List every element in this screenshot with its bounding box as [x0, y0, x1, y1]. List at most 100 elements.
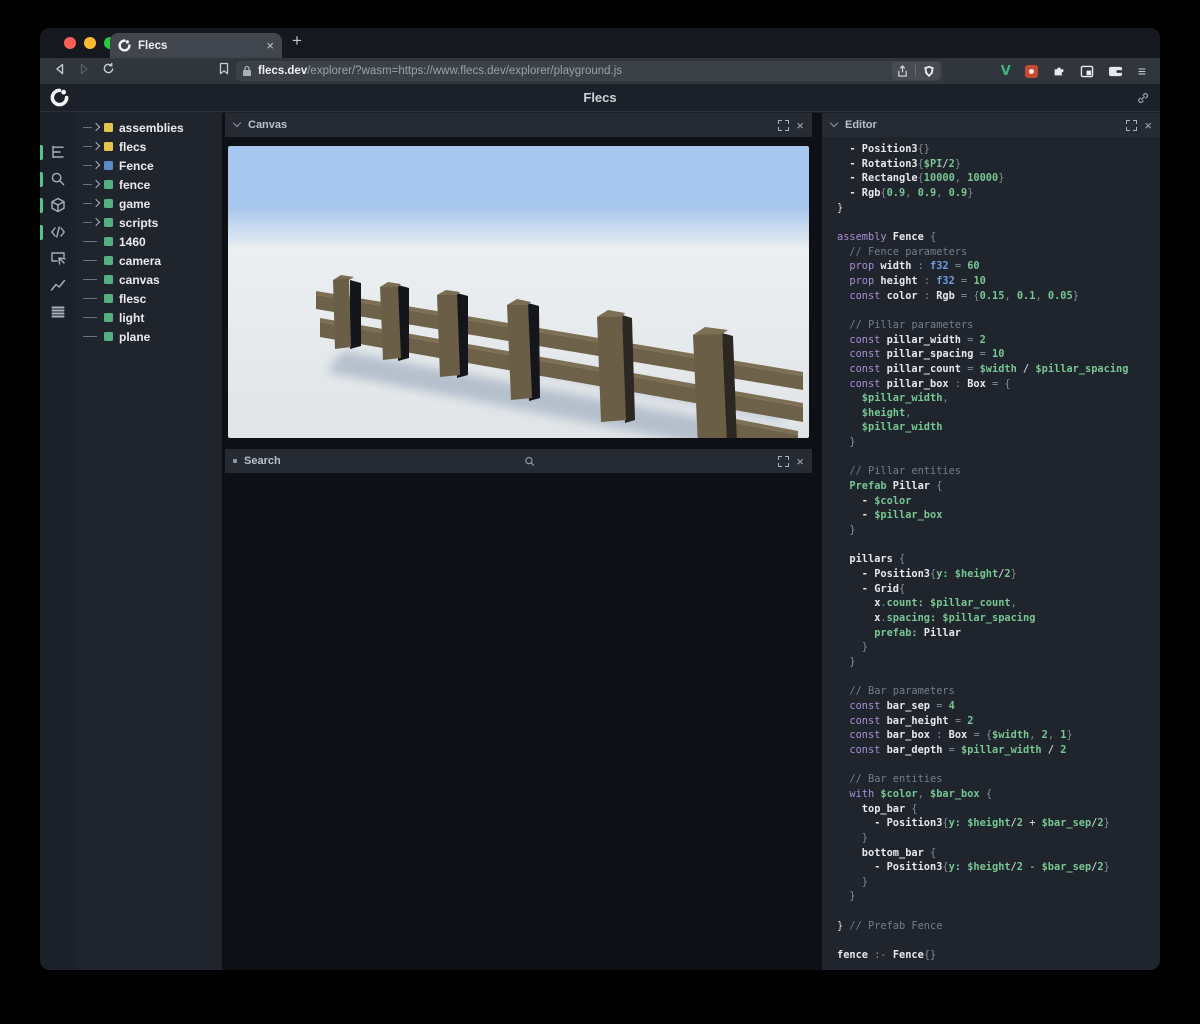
browser-tab[interactable]: Flecs × — [110, 33, 282, 58]
sidebar-item-game[interactable]: game — [76, 194, 222, 213]
fullscreen-icon[interactable] — [1126, 120, 1137, 131]
close-panel-icon[interactable]: × — [1144, 119, 1152, 132]
close-panel-icon[interactable]: × — [796, 119, 804, 132]
expand-arrow-icon[interactable] — [83, 213, 101, 232]
active-indicator — [40, 198, 43, 213]
expand-arrow-icon[interactable] — [83, 156, 101, 175]
active-indicator — [40, 225, 43, 240]
sidebar-item-Fence[interactable]: Fence — [76, 156, 222, 175]
code-line: const pillar_width = 2 — [837, 333, 1160, 348]
entity-label: light — [119, 311, 144, 325]
code-line: - Rotation3{$PI/2} — [837, 157, 1160, 172]
code-line: - Grid{ — [837, 582, 1160, 597]
sidebar-item-1460[interactable]: 1460 — [76, 232, 222, 251]
extensions-puzzle-icon[interactable] — [1052, 64, 1066, 78]
sidebar-item-flecs[interactable]: flecs — [76, 137, 222, 156]
search-panel: Search × — [225, 449, 812, 970]
browser-menu-icon[interactable]: ≡ — [1138, 63, 1146, 79]
tree-guide-line — [83, 270, 101, 289]
collapse-chevron-icon[interactable] — [233, 119, 241, 127]
sidebar-item-camera[interactable]: camera — [76, 251, 222, 270]
code-line — [837, 670, 1160, 685]
expand-arrow-icon[interactable] — [83, 194, 101, 213]
rail-cube-button[interactable] — [40, 194, 76, 218]
sidebar-item-plane[interactable]: plane — [76, 327, 222, 346]
reload-button[interactable] — [96, 62, 120, 80]
left-icon-rail — [40, 113, 76, 970]
code-editor[interactable]: - Position3{} - Rotation3{$PI/2} - Recta… — [822, 137, 1160, 970]
close-panel-icon[interactable]: × — [796, 455, 804, 468]
lock-icon — [242, 65, 252, 77]
sidebar-item-assemblies[interactable]: assemblies — [76, 118, 222, 137]
collapsed-dot-icon[interactable] — [233, 459, 237, 463]
extension-hex-icon[interactable] — [1025, 65, 1038, 78]
rail-list-button[interactable] — [40, 301, 76, 325]
sidebar-toggle-icon[interactable] — [1080, 65, 1094, 78]
sidebar-item-flesc[interactable]: flesc — [76, 289, 222, 308]
chart-icon — [50, 277, 66, 293]
code-line: Prefab Pillar { — [837, 479, 1160, 494]
entity-label: flecs — [119, 140, 146, 154]
browser-window: Flecs × + flecs.dev/explorer/?wasm=https… — [40, 28, 1160, 970]
back-button[interactable] — [48, 62, 72, 80]
sidebar-item-light[interactable]: light — [76, 308, 222, 327]
window-close-button[interactable] — [64, 37, 76, 49]
code-line: const color : Rgb = {0.15, 0.1, 0.05} — [837, 289, 1160, 304]
code-line: - Rgb{0.9, 0.9, 0.9} — [837, 186, 1160, 201]
wallet-icon[interactable] — [1108, 65, 1124, 78]
sidebar-item-canvas[interactable]: canvas — [76, 270, 222, 289]
new-tab-button[interactable]: + — [292, 31, 302, 51]
brave-shield-icon[interactable] — [923, 65, 935, 78]
code-line — [837, 450, 1160, 465]
code-line: // Pillar parameters — [837, 318, 1160, 333]
forward-button[interactable] — [72, 62, 96, 80]
sidebar-item-scripts[interactable]: scripts — [76, 213, 222, 232]
canvas-render-3d-fence[interactable] — [228, 146, 809, 438]
code-line: - Position3{} — [837, 142, 1160, 157]
tab-strip: Flecs × + — [40, 28, 1160, 58]
code-line: // Pillar entities — [837, 464, 1160, 479]
code-line: } — [837, 201, 1160, 216]
url-bar[interactable]: flecs.dev/explorer/?wasm=https://www.fle… — [236, 61, 942, 81]
expand-arrow-icon[interactable] — [83, 137, 101, 156]
vue-devtools-icon[interactable]: V — [1001, 64, 1011, 79]
editor-panel-header: Editor × — [822, 113, 1160, 137]
search-icon — [50, 171, 66, 187]
code-line: fence :- Fence{} — [837, 948, 1160, 963]
rail-chart-button[interactable] — [40, 274, 76, 298]
share-icon[interactable] — [897, 65, 908, 78]
window-minimize-button[interactable] — [84, 37, 96, 49]
bookmark-icon[interactable] — [212, 62, 236, 80]
expand-arrow-icon[interactable] — [83, 118, 101, 137]
share-link-icon[interactable] — [1136, 91, 1150, 105]
collapse-chevron-icon[interactable] — [830, 119, 838, 127]
rail-inspect-button[interactable] — [40, 247, 76, 271]
code-line: const pillar_count = $width / $pillar_sp… — [837, 362, 1160, 377]
sidebar-item-fence[interactable]: fence — [76, 175, 222, 194]
fullscreen-icon[interactable] — [778, 120, 789, 131]
code-line: // Bar parameters — [837, 684, 1160, 699]
code-line: top_bar { — [837, 802, 1160, 817]
rail-tree-button[interactable] — [40, 141, 76, 165]
search-panel-header: Search × — [225, 449, 812, 473]
extensions-row: V ≡ — [1001, 61, 1146, 81]
rail-search-button[interactable] — [40, 168, 76, 192]
entity-color-square — [104, 123, 113, 132]
code-line: // Bar entities — [837, 772, 1160, 787]
code-line: const bar_sep = 4 — [837, 699, 1160, 714]
code-line: } — [837, 435, 1160, 450]
canvas-panel-title: Canvas — [248, 119, 771, 131]
code-line: } — [837, 523, 1160, 538]
expand-arrow-icon[interactable] — [83, 175, 101, 194]
code-line: } — [837, 875, 1160, 890]
entity-label: camera — [119, 254, 161, 268]
code-line: - $pillar_box — [837, 508, 1160, 523]
url-actions: | — [892, 62, 940, 80]
browser-toolbar: flecs.dev/explorer/?wasm=https://www.fle… — [40, 58, 1160, 84]
tab-close-icon[interactable]: × — [266, 38, 274, 53]
tree-guide-line — [83, 232, 101, 251]
rail-code-button[interactable] — [40, 221, 76, 245]
fullscreen-icon[interactable] — [778, 456, 789, 467]
code-line: } — [837, 889, 1160, 904]
code-line: } — [837, 655, 1160, 670]
